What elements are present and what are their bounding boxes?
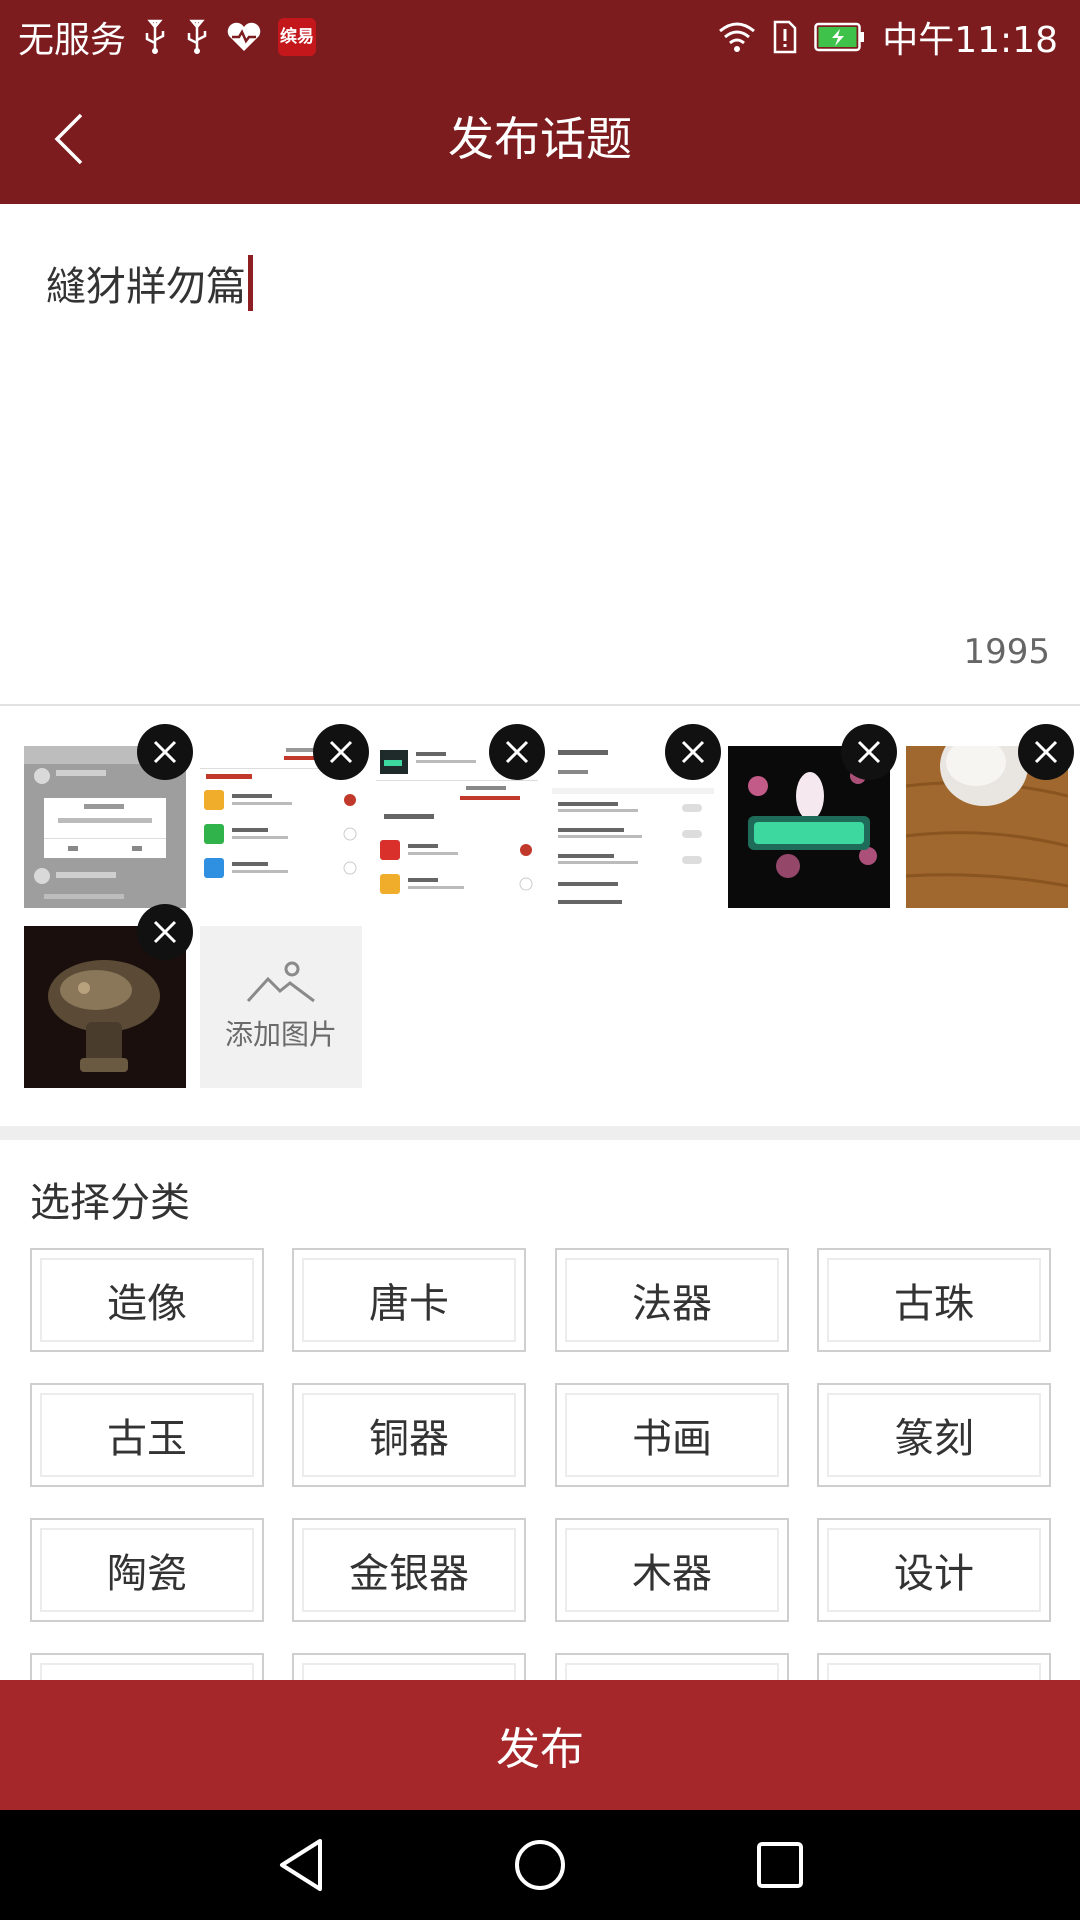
clock: 中午11:18 (882, 20, 1058, 61)
remove-image-button[interactable] (1018, 724, 1074, 780)
remaining-char-count: 1995 (963, 632, 1050, 672)
usb-icon (142, 19, 168, 55)
remove-image-button[interactable] (137, 724, 193, 780)
close-icon (681, 740, 705, 764)
category-title: 选择分类 (30, 1180, 190, 1226)
nav-back-button[interactable] (266, 1830, 336, 1900)
system-nav-bar (0, 1810, 1080, 1920)
image-grid: 添加图片 (0, 706, 1080, 1126)
health-icon (226, 21, 262, 53)
remove-image-button[interactable] (841, 724, 897, 780)
category-button[interactable] (30, 1653, 264, 1680)
add-image-label: 添加图片 (224, 1018, 337, 1051)
topic-text-input[interactable]: 縫犲牂勿篇 (46, 254, 253, 312)
category-button[interactable]: 金银器 (292, 1518, 526, 1622)
publish-button[interactable]: 发布 (0, 1680, 1080, 1810)
close-icon (153, 920, 177, 944)
category-button[interactable] (817, 1653, 1051, 1680)
wifi-icon (718, 21, 756, 53)
add-image-button[interactable]: 添加图片 (200, 926, 362, 1088)
battery-charging-icon (814, 22, 866, 52)
home-circle-icon (515, 1840, 565, 1890)
category-button[interactable]: 木器 (555, 1518, 789, 1622)
carrier-text: 无服务 (18, 20, 127, 61)
close-icon (1034, 740, 1058, 764)
category-button[interactable] (555, 1653, 789, 1680)
category-button[interactable]: 造像 (30, 1248, 264, 1352)
sim-alert-icon (772, 19, 798, 55)
category-button[interactable]: 篆刻 (817, 1383, 1051, 1487)
remove-image-button[interactable] (489, 724, 545, 780)
category-section: 选择分类 造像 唐卡 法器 古珠 古玉 铜器 书画 篆刻 陶瓷 金银器 木器 设… (0, 1140, 1080, 1680)
nav-home-button[interactable] (505, 1830, 575, 1900)
close-icon (329, 740, 353, 764)
category-button[interactable]: 书画 (555, 1383, 789, 1487)
topic-text: 縫犲牂勿篇 (46, 264, 246, 310)
top-app-bar: 发布话题 (0, 74, 1080, 204)
category-button[interactable]: 唐卡 (292, 1248, 526, 1352)
category-button[interactable]: 法器 (555, 1248, 789, 1352)
remove-image-button[interactable] (665, 724, 721, 780)
back-triangle-icon (280, 1839, 322, 1891)
text-caret (248, 255, 253, 311)
close-icon (505, 740, 529, 764)
category-button[interactable]: 设计 (817, 1518, 1051, 1622)
page-title: 发布话题 (448, 112, 632, 166)
app-badge: 缤易 (278, 18, 317, 56)
recents-square-icon (757, 1842, 803, 1888)
category-button[interactable]: 陶瓷 (30, 1518, 264, 1622)
nav-recents-button[interactable] (745, 1830, 815, 1900)
category-button[interactable]: 古玉 (30, 1383, 264, 1487)
status-bar: 无服务 缤易 中午11:18 (0, 0, 1080, 74)
category-button[interactable] (292, 1653, 526, 1680)
topic-editor[interactable]: 縫犲牂勿篇 1995 (0, 204, 1080, 704)
remove-image-button[interactable] (313, 724, 369, 780)
publish-label: 发布 (496, 1724, 584, 1775)
mountain-image-icon (246, 961, 315, 1003)
remove-image-button[interactable] (137, 904, 193, 960)
usb-icon (184, 19, 210, 55)
category-button[interactable]: 古珠 (817, 1248, 1051, 1352)
section-divider (0, 1126, 1080, 1140)
close-icon (153, 740, 177, 764)
close-icon (857, 740, 881, 764)
category-button[interactable]: 铜器 (292, 1383, 526, 1487)
